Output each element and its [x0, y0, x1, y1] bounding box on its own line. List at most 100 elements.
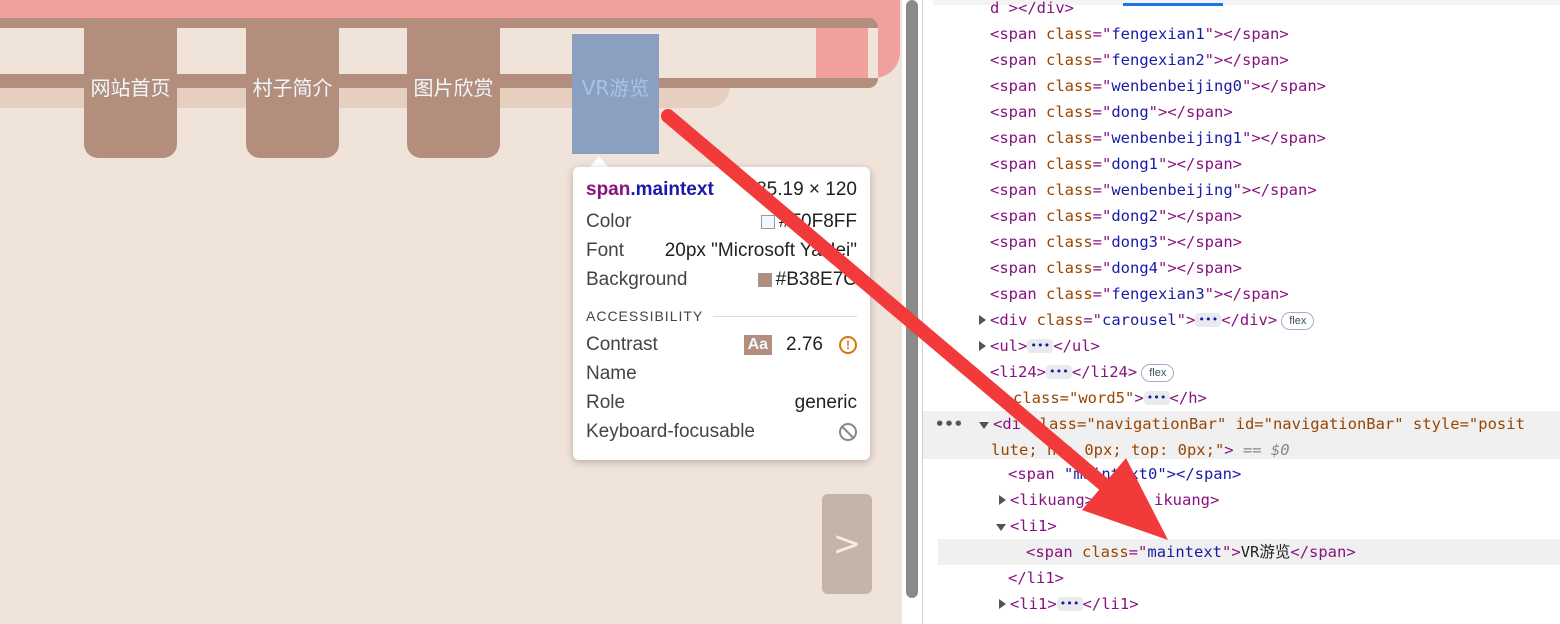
class-value: dong	[1111, 103, 1149, 121]
color-swatch-icon	[757, 272, 772, 287]
contrast-sample: Aa	[743, 334, 773, 355]
nav-corner-block	[816, 28, 868, 78]
class-value: fengexian2	[1111, 51, 1205, 69]
nav-item-vr-tour[interactable]: VR游览	[572, 34, 659, 154]
dom-fragment: "maintext0"></span>	[1064, 465, 1242, 483]
class-value: wenbenbeijing	[1111, 181, 1233, 199]
ellipsis-icon[interactable]: •••	[1046, 365, 1072, 379]
expand-triangle-icon[interactable]	[999, 495, 1006, 505]
class-value: fengexian1	[1111, 25, 1205, 43]
tooltip-label: Color	[586, 210, 632, 232]
not-focusable-icon	[839, 422, 857, 441]
tooltip-name-row: Name	[586, 359, 857, 388]
dom-node-li24[interactable]: <li24> ••• </li24> flex	[923, 359, 1560, 385]
nav-rail	[338, 74, 408, 84]
attr-name: class	[1082, 543, 1129, 561]
tooltip-label: Background	[586, 268, 688, 290]
tooltip-font-row: Font 20px "Microsoft YaHei"	[586, 236, 857, 265]
nav-item-label: 网站首页	[90, 76, 171, 100]
tooltip-value: 20px "Microsoft YaHei"	[664, 239, 857, 261]
more-icon[interactable]: •••	[935, 411, 963, 437]
dom-fragment: ikuang>	[1154, 491, 1220, 509]
chevron-right-icon: >	[832, 524, 862, 564]
carousel-next-button[interactable]: >	[822, 494, 872, 594]
class-value: carousel	[1102, 311, 1177, 329]
tooltip-label: Contrast	[586, 333, 658, 355]
section-title: ACCESSIBILITY	[586, 308, 704, 324]
tooltip-value: 2.76	[786, 333, 823, 355]
ellipsis-icon[interactable]: •••	[1195, 313, 1222, 327]
color-swatch-icon	[760, 214, 775, 229]
class-value: dong3	[1111, 233, 1159, 251]
nav-item-label: VR游览	[581, 76, 650, 100]
class-value: dong1	[1111, 155, 1159, 173]
dom-node[interactable]: d ></div>	[923, 0, 1560, 21]
expand-triangle-icon[interactable]	[979, 341, 986, 351]
dom-node-word5[interactable]: class="word5"> ••• </h>	[923, 385, 1560, 411]
class-value: wenbenbeijing1	[1111, 129, 1242, 147]
dom-node-span[interactable]: <span class="fengexian3"></span>	[923, 281, 1560, 307]
dom-node-span[interactable]: <span class="dong1"></span>	[923, 151, 1560, 177]
selected-node-marker: == $0	[1242, 441, 1290, 459]
ellipsis-icon[interactable]: •••	[1143, 391, 1170, 405]
tooltip-contrast-row: Contrast Aa 2.76!	[586, 330, 857, 359]
dom-node-navigationbar[interactable]: ••• <di class="navigationBar" id="naviga…	[923, 411, 1560, 459]
scrollbar-thumb[interactable]	[906, 0, 918, 598]
tooltip-label: Font	[586, 239, 625, 261]
class-value: wenbenbeijing0	[1111, 77, 1242, 95]
tooltip-value: #F0F8FF	[778, 210, 857, 232]
dom-node-span[interactable]: <span class="dong"></span>	[923, 99, 1560, 125]
tooltip-background-row: Background #B38E7C	[586, 265, 857, 294]
flex-badge[interactable]: flex	[1281, 312, 1315, 330]
tooltip-color-row: Color #F0F8FF	[586, 207, 857, 236]
dom-node-span[interactable]: <span class="dong3"></span>	[923, 229, 1560, 255]
tag-name: li24	[999, 363, 1037, 381]
dom-node-span[interactable]: <span class="dong4"></span>	[923, 255, 1560, 281]
node-text: VR游览	[1240, 543, 1291, 561]
dom-node-li1-open[interactable]: <li1>	[923, 513, 1560, 539]
dom-node-span[interactable]: <span class="wenbenbeijing0"></span>	[923, 73, 1560, 99]
collapse-triangle-icon[interactable]	[979, 422, 989, 429]
dom-node-span[interactable]: <span class="fengexian1"></span>	[923, 21, 1560, 47]
tooltip-selector: span.maintext	[586, 179, 714, 201]
tooltip-role-row: Role generic	[586, 388, 857, 417]
tooltip-section-accessibility: ACCESSIBILITY	[586, 308, 857, 324]
dom-fragment: d ></div>	[990, 0, 1074, 17]
dom-node-li1[interactable]: <li1> ••• </li1>	[923, 591, 1560, 617]
page-viewport: 网站首页 村子简介 图片欣赏 VR游览 > span.maintext 85.1…	[0, 0, 902, 624]
dom-node-maintext-selected[interactable]: <span class="maintext">VR游览</span>	[938, 539, 1560, 565]
dom-node-li1-close[interactable]: </li1>	[923, 565, 1560, 591]
dom-node-span[interactable]: <span class="wenbenbeijing"></span>	[923, 177, 1560, 203]
tag-name: span	[1035, 543, 1073, 561]
tooltip-label: Role	[586, 391, 626, 413]
dom-fragment: class="word5"	[1013, 389, 1135, 407]
nav-item-gallery[interactable]: 图片欣赏	[407, 28, 500, 158]
tooltip-value: generic	[794, 391, 857, 413]
class-value: dong4	[1111, 259, 1159, 277]
dom-node-span[interactable]: <span class="fengexian2"></span>	[923, 47, 1560, 73]
tooltip-value: #B38E7C	[775, 268, 857, 290]
dom-node-span[interactable]: <span class="wenbenbeijing1"></span>	[923, 125, 1560, 151]
class-value: dong2	[1111, 207, 1159, 225]
expand-triangle-icon[interactable]	[979, 315, 986, 325]
dom-node-span[interactable]: <span class="dong2"></span>	[923, 203, 1560, 229]
dom-node-maintext0[interactable]: <span "maintext0"></span>	[923, 461, 1560, 487]
nav-item-home[interactable]: 网站首页	[84, 28, 177, 158]
dom-node-likuang[interactable]: <likuang> ikuang>	[923, 487, 1560, 513]
flex-badge[interactable]: flex	[1141, 364, 1175, 382]
expand-triangle-icon[interactable]	[999, 599, 1006, 609]
nav-item-village-intro[interactable]: 村子简介	[246, 28, 339, 158]
dom-node-carousel[interactable]: <div class="carousel"> ••• </div> flex	[923, 307, 1560, 333]
ellipsis-icon[interactable]: •••	[1027, 339, 1054, 353]
dom-node-ul[interactable]: <ul> ••• </ul>	[923, 333, 1560, 359]
nav-rail	[0, 74, 84, 84]
nav-item-label: 图片欣赏	[413, 76, 494, 100]
tooltip-size: 85.19 × 120	[756, 179, 857, 200]
collapse-triangle-icon[interactable]	[996, 524, 1006, 531]
nav-rail	[498, 74, 574, 84]
nav-rail	[176, 74, 248, 84]
tooltip-class: .maintext	[630, 179, 714, 200]
warning-icon: !	[839, 335, 857, 354]
ellipsis-icon[interactable]: •••	[1056, 597, 1083, 611]
tag-name: li1	[1019, 517, 1048, 535]
